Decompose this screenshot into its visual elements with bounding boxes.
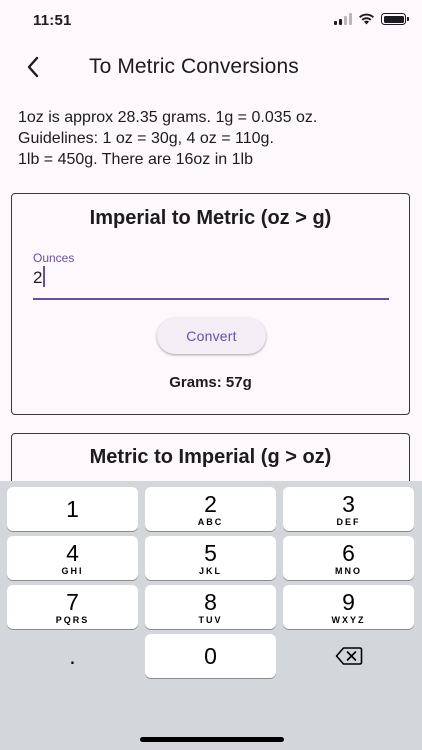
conversion-info: 1oz is approx 28.35 grams. 1g = 0.035 oz… [18, 107, 317, 170]
key-letters: GHI [61, 565, 84, 576]
page-title: To Metric Conversions [89, 55, 299, 78]
key-letters: TUV [198, 614, 223, 625]
key-digit: 9 [342, 588, 355, 615]
back-button[interactable] [18, 52, 48, 82]
key-1[interactable]: 1 [7, 487, 138, 531]
key-letters: WXYZ [331, 614, 366, 625]
card-title: Metric to Imperial (g > oz) [89, 446, 332, 468]
convert-button[interactable]: Convert [157, 318, 266, 354]
status-bar: 11:51 [0, 0, 422, 42]
key-9[interactable]: 9 WXYZ [283, 585, 414, 629]
key-letters: PQRS [55, 614, 90, 625]
grams-result: Grams: 57g [169, 374, 252, 391]
key-letters: ABC [197, 516, 224, 527]
status-icons [334, 13, 409, 25]
key-decimal[interactable]: . [7, 634, 138, 678]
key-5[interactable]: 5 JKL [145, 536, 276, 580]
key-digit: 8 [204, 588, 217, 615]
card-title: Imperial to Metric (oz > g) [89, 207, 332, 229]
numeric-keyboard: 1 2 ABC 3 DEF 4 GHI 5 JKL 6 MNO 7 PQRS 8… [0, 481, 422, 750]
cellular-signal-icon [334, 13, 352, 25]
battery-icon [381, 13, 409, 25]
home-indicator[interactable] [140, 737, 284, 742]
key-3[interactable]: 3 DEF [283, 487, 414, 531]
key-4[interactable]: 4 GHI [7, 536, 138, 580]
delete-key[interactable] [283, 634, 414, 678]
backspace-icon [335, 647, 362, 665]
info-line: Guidelines: 1 oz = 30g, 4 oz = 110g. [18, 130, 274, 147]
key-6[interactable]: 6 MNO [283, 536, 414, 580]
info-line: 1oz is approx 28.35 grams. 1g = 0.035 oz… [18, 109, 318, 126]
key-letters: JKL [198, 565, 222, 576]
app-bar: To Metric Conversions [0, 44, 422, 90]
key-2[interactable]: 2 ABC [145, 487, 276, 531]
key-0[interactable]: 0 [145, 634, 276, 678]
chevron-left-icon [27, 56, 39, 78]
key-digit: 6 [342, 539, 355, 566]
key-digit: 4 [66, 539, 79, 566]
key-digit: 2 [204, 490, 217, 517]
ounces-field-label: Ounces [33, 251, 75, 265]
text-cursor [43, 266, 45, 287]
key-digit: 5 [204, 539, 217, 566]
key-digit: 3 [342, 490, 355, 517]
key-digit: 0 [204, 643, 217, 669]
status-time: 11:51 [33, 12, 72, 29]
key-digit: 7 [66, 588, 79, 615]
imperial-to-metric-card: Imperial to Metric (oz > g) Ounces 2 Con… [11, 193, 410, 415]
key-letters: DEF [336, 516, 361, 527]
wifi-icon [359, 13, 374, 25]
ounces-field[interactable]: Ounces 2 [33, 251, 389, 300]
ounces-input[interactable]: 2 [33, 268, 42, 288]
key-digit: 1 [66, 496, 79, 522]
info-line: 1lb = 450g. There are 16oz in 1lb [18, 151, 253, 168]
key-letters: MNO [335, 565, 362, 576]
key-7[interactable]: 7 PQRS [7, 585, 138, 629]
key-8[interactable]: 8 TUV [145, 585, 276, 629]
